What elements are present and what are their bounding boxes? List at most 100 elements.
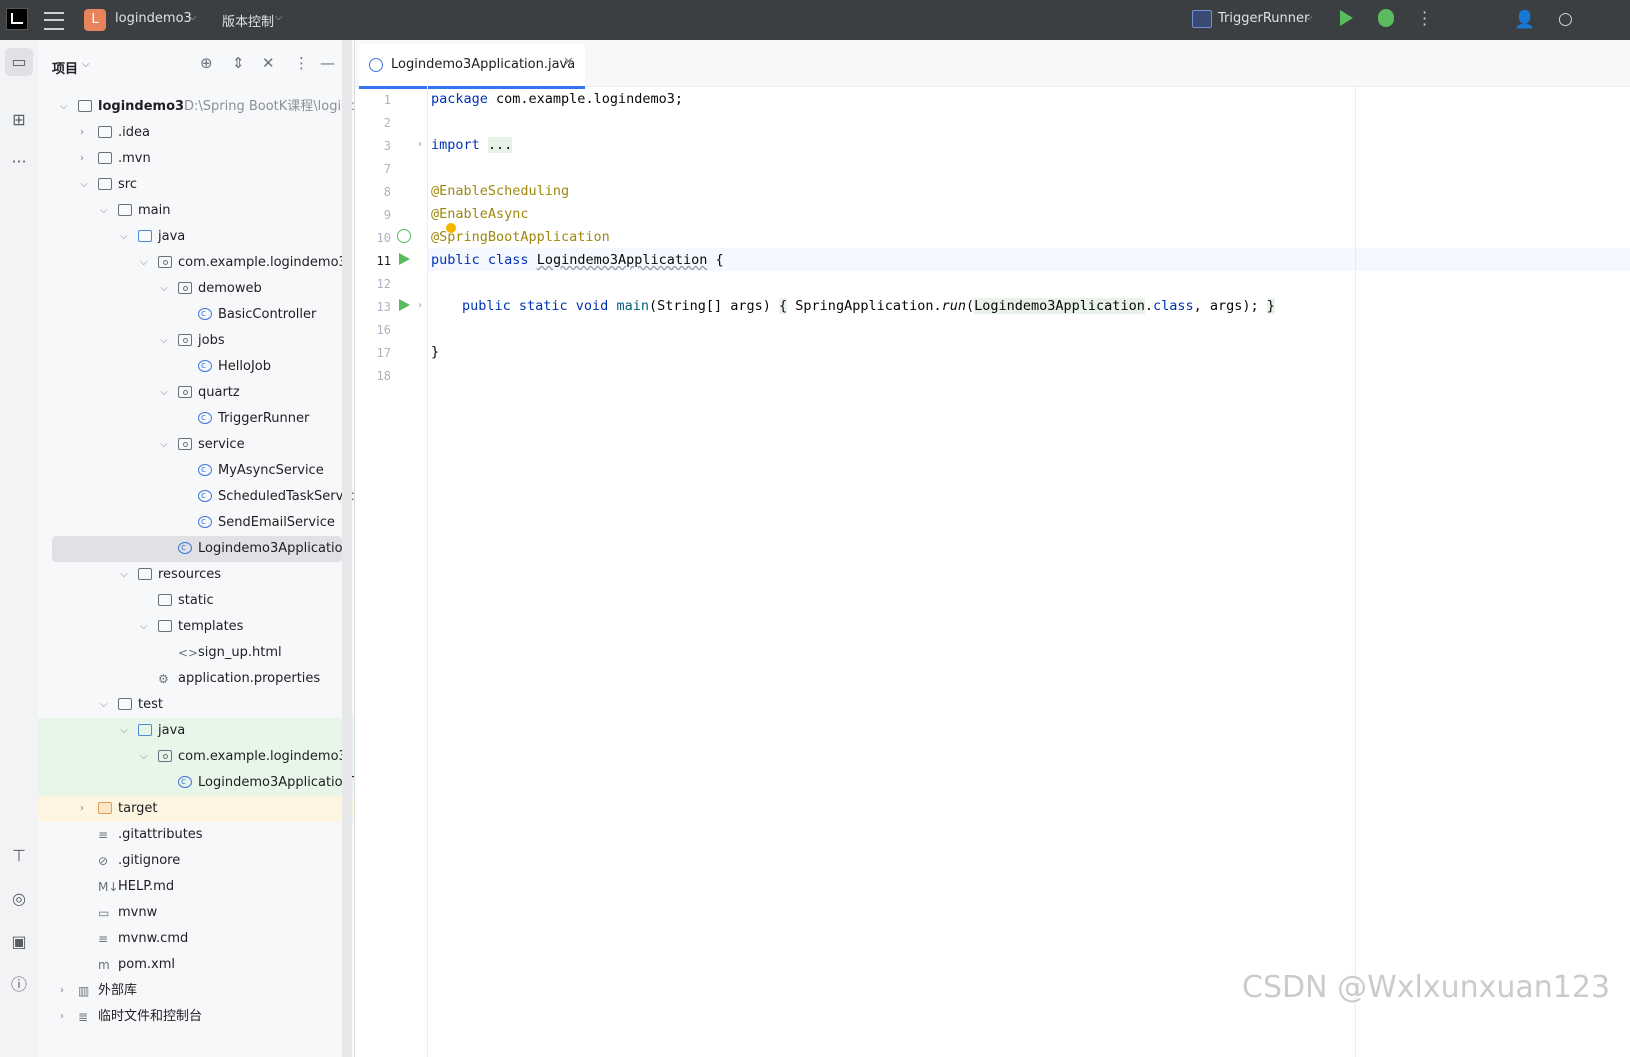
tree-item[interactable]: ≡ mvnw.cmd <box>38 926 354 952</box>
tree-item[interactable]: m pom.xml <box>38 952 354 978</box>
tree-item[interactable]: MyAsyncService <box>38 457 354 484</box>
chevron-down-icon[interactable]: ⌵ <box>120 718 128 744</box>
chevron-down-icon[interactable]: ⌵ <box>120 562 128 588</box>
tree-item[interactable]: static <box>38 588 354 614</box>
code-line-9[interactable]: @EnableAsync <box>431 206 529 222</box>
code-line-8[interactable]: @EnableScheduling <box>431 183 569 199</box>
tab-logindemo3-application[interactable]: Logindemo3Application.java ✕ <box>359 44 585 89</box>
tree-item[interactable]: ⌵ demoweb <box>38 276 354 302</box>
chevron-down-icon[interactable]: ⌵ <box>189 12 197 23</box>
main-menu-icon[interactable] <box>44 12 64 30</box>
chevron-right-icon[interactable]: › <box>80 796 84 822</box>
project-folder-icon[interactable]: ▭ <box>5 48 33 76</box>
tree-item[interactable]: ≡ .gitattributes <box>38 822 354 848</box>
problems-icon[interactable]: ⓘ <box>5 971 33 999</box>
tree-item[interactable]: › ≣ 临时文件和控制台 <box>38 1004 354 1030</box>
tree-item[interactable]: ⌵ src <box>38 172 354 198</box>
close-icon[interactable]: ✕ <box>563 55 574 70</box>
chevron-right-icon[interactable]: › <box>80 120 84 146</box>
run-gutter-icon[interactable] <box>399 253 410 265</box>
fold-expand-icon[interactable]: › <box>418 300 422 311</box>
tree-item[interactable]: › target <box>38 796 354 822</box>
tree-item[interactable]: ⌵ com.example.logindemo3 <box>38 250 354 276</box>
project-name[interactable]: logindemo3 <box>115 11 192 26</box>
tree-item[interactable]: ⌵ jobs <box>38 328 354 354</box>
tree-item[interactable]: ⌵ java <box>38 224 354 250</box>
tree-item[interactable]: TriggerRunner <box>38 405 354 432</box>
chevron-right-icon[interactable]: › <box>80 146 84 172</box>
debug-button[interactable] <box>1378 9 1394 27</box>
chevron-right-icon[interactable]: › <box>60 1004 64 1030</box>
tree-item[interactable]: ⌵ logindemo3D:\Spring BootK课程\logindemo <box>38 94 354 120</box>
code-line-13[interactable]: public static void main(String[] args) {… <box>462 298 1275 314</box>
tree-item[interactable]: ▭ mvnw <box>38 900 354 926</box>
tree-item[interactable]: Logindemo3Application <box>52 535 351 562</box>
tree-item[interactable]: › .idea <box>38 120 354 146</box>
tree-item[interactable]: ⌵ test <box>38 692 354 718</box>
chevron-down-icon[interactable]: ⌵ <box>160 380 168 406</box>
project-panel-title[interactable]: 项目 <box>52 58 78 77</box>
chevron-down-icon[interactable]: ⌵ <box>160 276 168 302</box>
chevron-down-icon[interactable]: ⌵ <box>1305 12 1313 23</box>
tree-item[interactable]: ⌵ main <box>38 198 354 224</box>
run-gutter-icon[interactable] <box>399 299 410 311</box>
tree-item[interactable]: ⌵ service <box>38 432 354 458</box>
tree-item[interactable]: ⌵ resources <box>38 562 354 588</box>
code-line-3[interactable]: import ... <box>431 137 513 153</box>
tree-item[interactable]: HelloJob <box>38 353 354 380</box>
project-badge[interactable]: L <box>84 9 106 31</box>
tree-item[interactable]: ⌵ templates <box>38 614 354 640</box>
tree-item[interactable]: ⚙ application.properties <box>38 666 354 692</box>
terminal-icon[interactable]: ▣ <box>5 928 33 956</box>
fold-expand-icon[interactable]: › <box>418 139 422 150</box>
chevron-down-icon[interactable]: ⌵ <box>120 224 128 250</box>
chevron-down-icon[interactable]: ⌵ <box>140 744 148 770</box>
chevron-down-icon[interactable]: ⌵ <box>160 328 168 354</box>
chevron-down-icon[interactable]: ⌵ <box>140 250 148 276</box>
project-scrollbar[interactable] <box>342 40 352 1057</box>
structure-icon[interactable]: ⊞ <box>5 106 33 134</box>
chevron-down-icon[interactable]: ⌵ <box>275 12 283 23</box>
code-line-10[interactable]: @SpringBootApplication <box>431 229 610 245</box>
chevron-down-icon[interactable]: ⌵ <box>60 94 68 120</box>
tree-item[interactable]: ScheduledTaskService <box>38 483 354 510</box>
tree-item[interactable]: ⊘ .gitignore <box>38 848 354 874</box>
run-config-icon[interactable] <box>1192 10 1212 28</box>
chevron-down-icon[interactable]: ⌵ <box>160 432 168 458</box>
code-line-11[interactable]: public class Logindemo3Application { <box>431 252 724 268</box>
more-tools-icon[interactable]: ··· <box>5 148 33 176</box>
vcs-menu[interactable]: 版本控制 <box>222 11 274 30</box>
tree-item[interactable]: ⌵ java <box>38 718 354 744</box>
tree-item[interactable]: ⌵ quartz <box>38 380 354 406</box>
tree-item[interactable]: M↓ HELP.md <box>38 874 354 900</box>
run-button[interactable] <box>1340 10 1353 26</box>
spring-bean-icon[interactable] <box>397 229 411 243</box>
chevron-down-icon[interactable]: ⌵ <box>82 59 90 70</box>
tree-item[interactable]: ⌵ com.example.logindemo3 <box>38 744 354 770</box>
chevron-down-icon[interactable]: ⌵ <box>100 692 108 718</box>
intellij-logo-icon[interactable] <box>6 8 28 30</box>
code-line-17[interactable]: } <box>431 344 439 360</box>
tree-item[interactable]: › .mvn <box>38 146 354 172</box>
locate-icon[interactable]: ⊕ <box>200 54 213 72</box>
more-actions-icon[interactable]: · · · <box>1422 5 1427 33</box>
tree-item[interactable]: SendEmailService <box>38 509 354 536</box>
chevron-down-icon[interactable]: ⌵ <box>100 198 108 224</box>
chevron-down-icon[interactable]: ⌵ <box>80 172 88 198</box>
tree-item[interactable]: › ▥ 外部库 <box>38 978 354 1004</box>
tree-item[interactable]: <> sign_up.html <box>38 640 354 666</box>
expand-all-icon[interactable]: ⇕ <box>232 54 245 72</box>
build-hammer-icon[interactable]: ⊤ <box>5 842 33 870</box>
chevron-down-icon[interactable]: ⌵ <box>140 614 148 640</box>
add-user-icon[interactable]: 👤 <box>1514 10 1535 30</box>
services-icon[interactable]: ◎ <box>5 885 33 913</box>
chevron-right-icon[interactable]: › <box>60 978 64 1004</box>
tree-item[interactable]: BasicController <box>38 301 354 328</box>
hide-panel-icon[interactable]: — <box>320 54 335 72</box>
run-config-selector[interactable]: TriggerRunner <box>1218 11 1309 26</box>
search-icon[interactable]: ○ <box>1558 9 1573 29</box>
tree-item[interactable]: Logindemo3ApplicationTes <box>38 769 354 796</box>
collapse-all-icon[interactable]: ✕ <box>262 54 275 72</box>
options-icon[interactable]: ⋮ <box>294 54 309 72</box>
code-line-1[interactable]: package com.example.logindemo3; <box>431 91 683 107</box>
